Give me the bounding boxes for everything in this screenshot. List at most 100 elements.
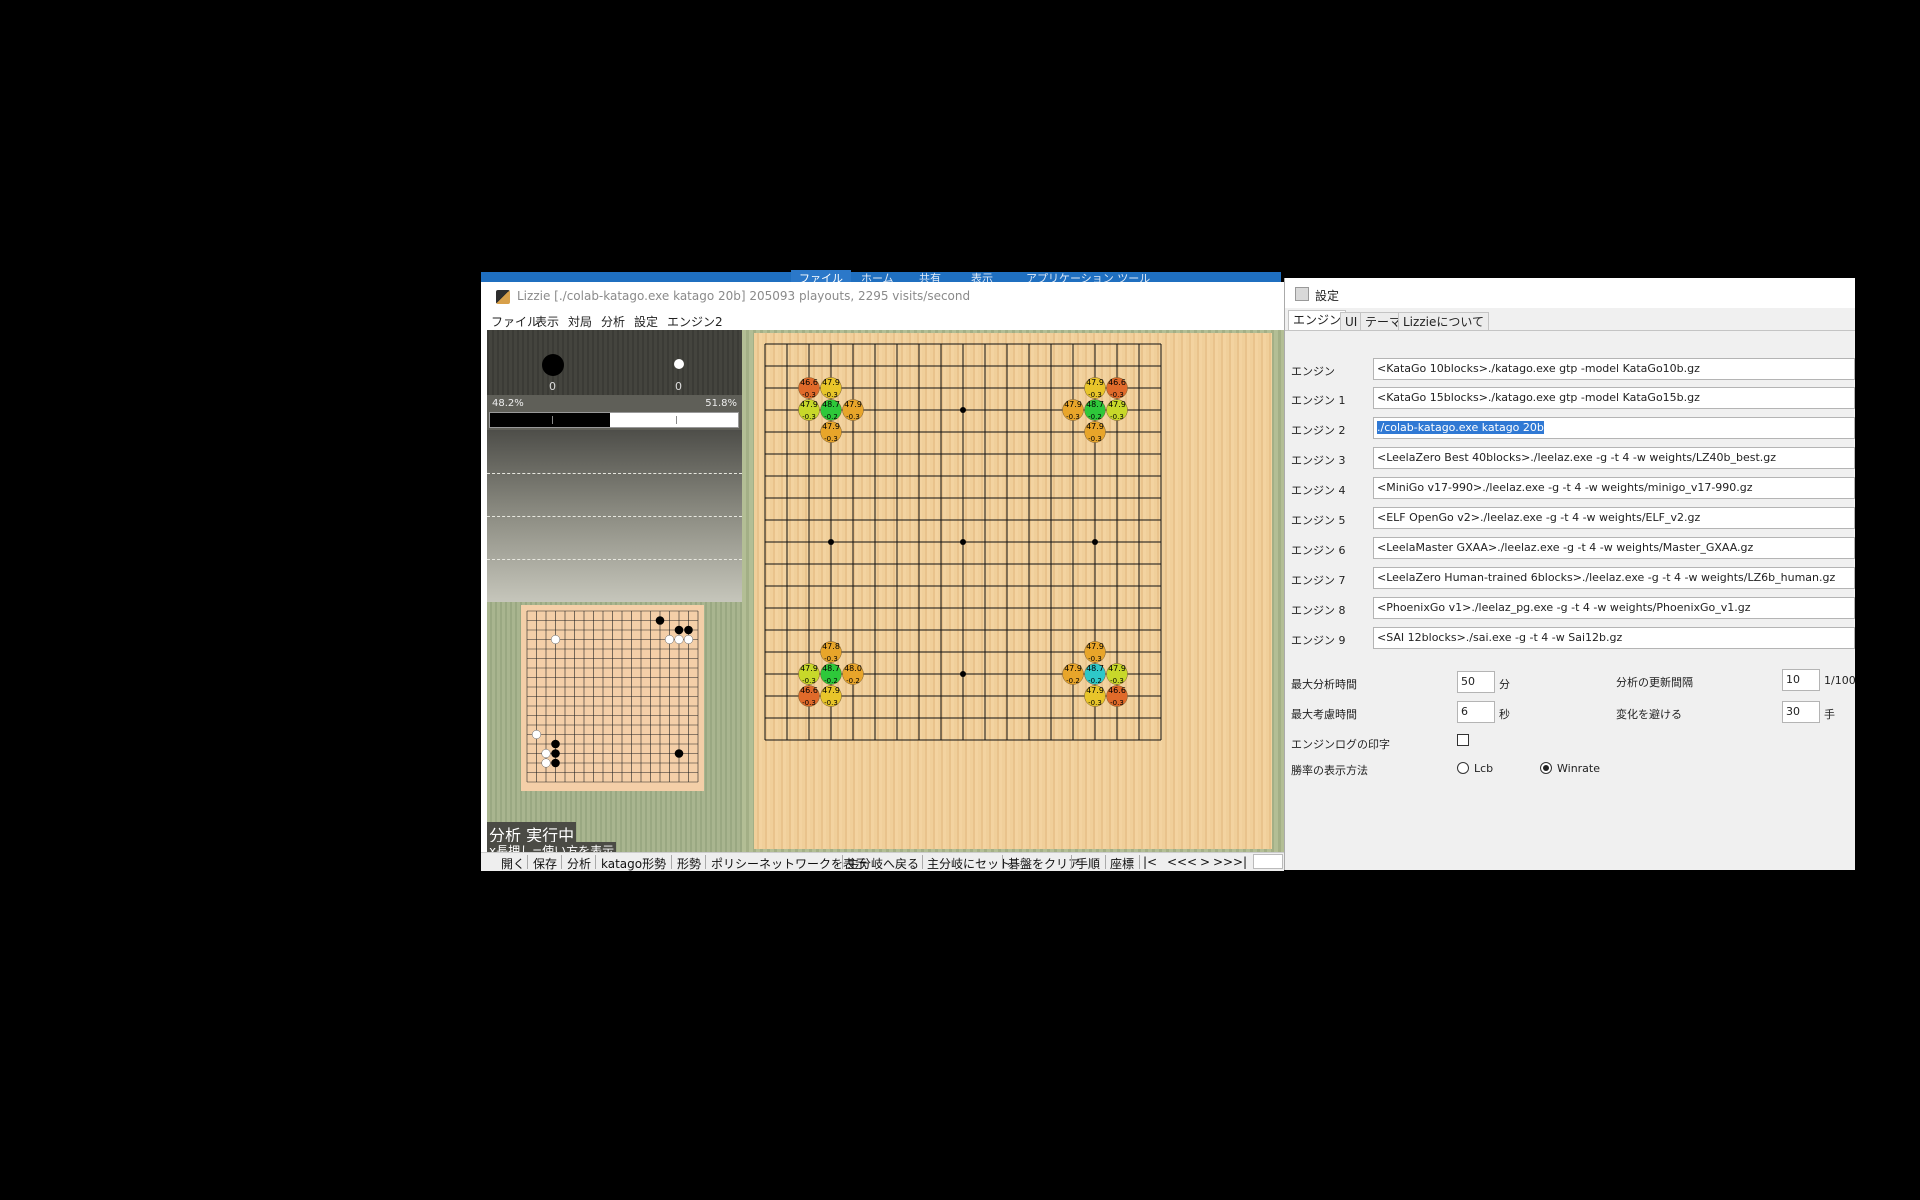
candidate-score: -0.2 bbox=[824, 413, 838, 421]
candidate-score: -0.3 bbox=[824, 699, 838, 707]
engine-command-field[interactable]: <ELF OpenGo v2>./leelaz.exe -g -t 4 -w w… bbox=[1373, 507, 1855, 529]
white-winrate-label: 51.8% bbox=[705, 398, 737, 409]
open-button[interactable]: 開く bbox=[501, 855, 525, 872]
engine-log-checkbox[interactable] bbox=[1457, 734, 1469, 746]
show-policy-button[interactable]: ポリシーネットワークを表示 bbox=[711, 855, 867, 872]
first-move-button[interactable]: |< bbox=[1143, 855, 1157, 869]
candidate-winrate: 47.9 bbox=[1086, 642, 1104, 651]
candidate-score: -0.2 bbox=[1088, 413, 1102, 421]
lizzie-title-bar[interactable]: Lizzie [./colab-katago.exe katago 20b] 2… bbox=[481, 282, 1284, 310]
mini-black-stone bbox=[551, 758, 560, 768]
candidate-score: -0.2 bbox=[824, 677, 838, 685]
black-captures: 0 bbox=[549, 380, 556, 393]
white-captures: 0 bbox=[675, 380, 682, 393]
estimate-button[interactable]: 形勢 bbox=[677, 855, 701, 872]
winrate-display-label: 勝率の表示方法 bbox=[1291, 764, 1368, 777]
candidate-winrate: 47.9 bbox=[800, 400, 818, 409]
engine-command-field[interactable]: <LeelaZero Human-trained 6blocks>./leela… bbox=[1373, 567, 1855, 589]
candidate-winrate: 47.9 bbox=[800, 664, 818, 673]
forward-one-button[interactable]: > bbox=[1200, 855, 1210, 869]
engine-command-field[interactable]: <PhoenixGo v1>./leelaz_pg.exe -g -t 4 -w… bbox=[1373, 597, 1855, 619]
winrate-graph bbox=[487, 430, 742, 602]
candidate-score: -0.3 bbox=[1066, 413, 1080, 421]
engine-label: エンジン 9 bbox=[1291, 634, 1346, 647]
save-button[interactable]: 保存 bbox=[533, 855, 557, 872]
candidate-winrate: 46.6 bbox=[800, 686, 818, 695]
mini-white-stone bbox=[674, 634, 684, 645]
back-to-main-button[interactable]: 主分岐へ戻る bbox=[847, 855, 919, 872]
variation-board-area bbox=[487, 602, 742, 792]
tab-about[interactable]: Lizzieについて bbox=[1398, 312, 1489, 330]
forward-ten-button[interactable]: >> bbox=[1213, 855, 1233, 869]
back-ten-button[interactable]: << bbox=[1167, 855, 1187, 869]
engine-command-field[interactable]: <KataGo 10blocks>./katago.exe gtp -model… bbox=[1373, 358, 1855, 380]
capture-counts: 0 0 bbox=[487, 330, 742, 395]
set-main-button[interactable]: 主分岐にセット bbox=[927, 855, 1011, 872]
mini-white-stone bbox=[683, 634, 694, 645]
candidate-winrate: 48.7 bbox=[822, 400, 840, 409]
engine-command-field[interactable]: <KataGo 15blocks>./katago.exe gtp -model… bbox=[1373, 387, 1855, 409]
engine-label: エンジン 6 bbox=[1291, 544, 1346, 557]
candidate-winrate: 47.9 bbox=[822, 378, 840, 387]
engine-command-field[interactable]: <SAI 12blocks>./sai.exe -g -t 4 -w Sai12… bbox=[1373, 627, 1855, 649]
engine-label: エンジン 8 bbox=[1291, 604, 1346, 617]
candidate-winrate: 47.9 bbox=[1108, 664, 1126, 673]
max-think-time-input[interactable]: 6 bbox=[1457, 701, 1495, 723]
lcb-radio[interactable] bbox=[1457, 762, 1469, 774]
lizzie-menu-bar: ファイル 表示 対局 分析 設定 エンジン2 bbox=[481, 310, 1284, 330]
last-move-button[interactable]: >| bbox=[1233, 855, 1247, 869]
update-interval-input[interactable]: 10 bbox=[1782, 669, 1820, 691]
engine-command-field[interactable]: <LeelaMaster GXAA>./leelaz.exe -g -t 4 -… bbox=[1373, 537, 1855, 559]
lizzie-app-icon bbox=[496, 290, 510, 304]
candidate-score: -0.2 bbox=[1066, 677, 1080, 685]
candidate-winrate: 48.7 bbox=[1086, 664, 1104, 673]
katago-estimate-button[interactable]: katago形勢 bbox=[601, 855, 666, 872]
clear-board-button[interactable]: 碁盤をクリア bbox=[1008, 855, 1080, 872]
avoid-variation-label: 変化を避ける bbox=[1616, 708, 1682, 721]
menu-engine2[interactable]: エンジン2 bbox=[667, 313, 723, 330]
moves-unit: 手 bbox=[1824, 708, 1835, 721]
winrate-radio[interactable] bbox=[1540, 762, 1552, 774]
engine-command-field[interactable]: <MiniGo v17-990>./leelaz.exe -g -t 4 -w … bbox=[1373, 477, 1855, 499]
menu-game[interactable]: 対局 bbox=[568, 313, 592, 330]
status-area: 分析 実行中 x長押し=使い方を表示 bbox=[487, 792, 742, 852]
candidate-score: -0.3 bbox=[1110, 699, 1124, 707]
settings-title: 設定 bbox=[1315, 289, 1340, 303]
toolbar-separator bbox=[842, 855, 843, 869]
max-analysis-time-input[interactable]: 50 bbox=[1457, 671, 1495, 693]
back-one-button[interactable]: < bbox=[1187, 855, 1197, 869]
engine-label: エンジン 3 bbox=[1291, 454, 1346, 467]
menu-file[interactable]: ファイル bbox=[491, 313, 539, 330]
left-info-panel: 0 0 48.2% 51.8% 分析 実行中 x長押し=使い方を表示 bbox=[487, 330, 742, 852]
avoid-variation-input[interactable]: 30 bbox=[1782, 701, 1820, 723]
mini-black-stone bbox=[551, 749, 560, 758]
move-order-button[interactable]: 手順 bbox=[1076, 855, 1100, 872]
candidate-score: -0.3 bbox=[824, 435, 838, 443]
mini-black-stone bbox=[674, 749, 684, 758]
mini-black-stone bbox=[655, 616, 665, 625]
analyze-button[interactable]: 分析 bbox=[567, 855, 591, 872]
engine-command-field-active[interactable]: ./colab-katago.exe katago 20b bbox=[1373, 417, 1855, 439]
menu-analysis[interactable]: 分析 bbox=[601, 313, 625, 330]
tab-ui[interactable]: UI bbox=[1340, 312, 1363, 330]
move-number-input[interactable] bbox=[1253, 854, 1283, 869]
menu-view[interactable]: 表示 bbox=[535, 313, 559, 330]
graph-gridline bbox=[487, 473, 742, 474]
black-stone-icon bbox=[542, 354, 564, 376]
max-think-time-label: 最大考慮時間 bbox=[1291, 708, 1357, 721]
candidate-winrate: 47.8 bbox=[822, 642, 840, 651]
settings-window: 設定 エンジン UI テーマ Lizzieについて エンジン <KataGo 1… bbox=[1284, 278, 1856, 870]
update-interval-unit: 1/100 bbox=[1824, 674, 1856, 687]
graph-gridline bbox=[487, 516, 742, 517]
coordinates-button[interactable]: 座標 bbox=[1110, 855, 1134, 872]
candidate-winrate: 46.6 bbox=[1108, 378, 1126, 387]
mini-white-stone bbox=[664, 634, 675, 645]
toolbar-separator bbox=[705, 855, 706, 869]
toolbar-separator bbox=[671, 855, 672, 869]
tab-engine[interactable]: エンジン bbox=[1288, 310, 1347, 330]
go-board[interactable]: 46.6 -0.3 47.9 -0.3 47.9 -0.3 48.7 -0.2 47.9 -0.3… bbox=[754, 333, 1272, 849]
engine-command-field[interactable]: <LeelaZero Best 40blocks>./leelaz.exe -g… bbox=[1373, 447, 1855, 469]
settings-title-bar[interactable]: 設定 bbox=[1285, 278, 1855, 308]
menu-settings[interactable]: 設定 bbox=[634, 313, 658, 330]
star-point bbox=[960, 539, 966, 545]
